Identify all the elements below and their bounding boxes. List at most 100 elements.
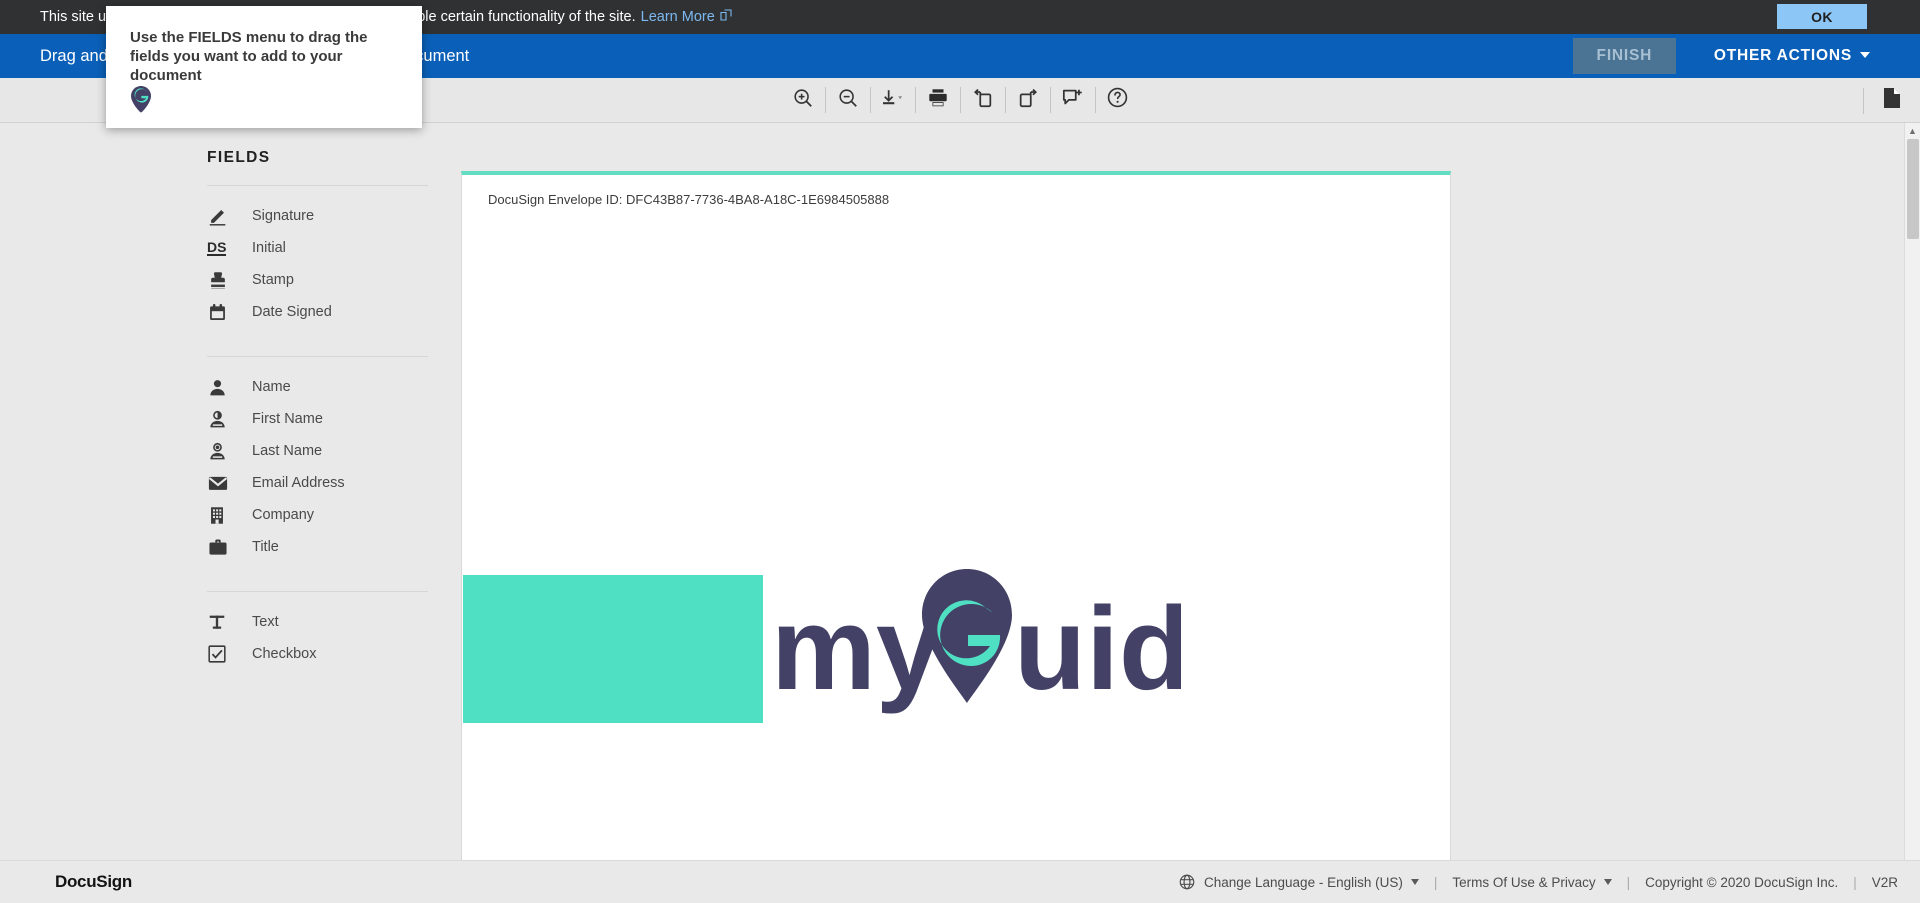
fields-group-basic: Text Checkbox	[0, 592, 460, 680]
toolbar-right-group	[1863, 78, 1920, 123]
logo-text-my: my	[771, 583, 942, 715]
field-item-company[interactable]: Company	[0, 499, 460, 531]
print-button[interactable]	[916, 78, 960, 123]
rotate-right-icon	[1016, 87, 1040, 114]
change-language-menu[interactable]: Change Language - English (US)	[1179, 874, 1419, 890]
field-item-name[interactable]: Name	[0, 371, 460, 403]
field-label: Last Name	[252, 443, 323, 459]
change-language-label: Change Language - English (US)	[1203, 874, 1403, 890]
copyright-text: Copyright © 2020 DocuSign Inc.	[1645, 874, 1839, 890]
chevron-down-icon	[1860, 52, 1870, 58]
field-label: Initial	[252, 240, 286, 256]
external-link-icon	[720, 8, 732, 26]
cookie-learn-more-link[interactable]: Learn More	[641, 9, 715, 25]
calendar-icon	[207, 302, 235, 323]
myguide-logo: my uide	[463, 561, 1257, 736]
field-item-stamp[interactable]: Stamp	[0, 264, 460, 296]
version-text: V2R	[1871, 874, 1898, 890]
field-label: Text	[252, 614, 279, 630]
person-first-name-icon	[207, 409, 235, 430]
field-label: Stamp	[252, 272, 294, 288]
finish-button[interactable]: FINISH	[1572, 38, 1676, 74]
field-item-checkbox[interactable]: Checkbox	[0, 638, 460, 670]
footer-links: Change Language - English (US) | Terms O…	[1179, 874, 1898, 890]
scrollbar-thumb[interactable]	[1907, 139, 1919, 239]
person-icon	[207, 377, 235, 398]
rotate-left-button[interactable]	[961, 78, 1005, 123]
zoom-out-button[interactable]	[826, 78, 870, 123]
field-label: Email Address	[252, 475, 345, 491]
field-label: Name	[252, 379, 291, 395]
download-icon	[880, 87, 906, 114]
signature-pen-icon	[207, 205, 235, 227]
tooltip-message: Use the FIELDS menu to drag the fields y…	[130, 29, 368, 85]
field-label: First Name	[252, 411, 323, 427]
fields-group-recipient: Name First Name Last Name Email Address …	[0, 357, 460, 573]
envelope-id-text: DocuSign Envelope ID: DFC43B87-7736-4BA8…	[488, 192, 890, 207]
page-thumbnail-toggle-button[interactable]	[1864, 78, 1920, 123]
field-item-title[interactable]: Title	[0, 531, 460, 563]
print-icon	[927, 87, 949, 114]
field-item-initial[interactable]: DS Initial	[0, 232, 460, 264]
field-label: Checkbox	[252, 646, 317, 662]
rotate-right-button[interactable]	[1006, 78, 1050, 123]
initial-ds-icon: DS	[207, 238, 235, 257]
field-label: Title	[252, 539, 279, 555]
other-actions-label: OTHER ACTIONS	[1713, 47, 1852, 64]
add-comment-button[interactable]	[1051, 78, 1095, 123]
chevron-down-icon	[1410, 879, 1419, 885]
cookie-ok-button[interactable]: OK	[1777, 4, 1867, 29]
zoom-out-icon	[837, 87, 859, 114]
logo-text-uide: uide	[1014, 583, 1181, 715]
briefcase-icon	[207, 537, 235, 557]
field-item-last-name[interactable]: Last Name	[0, 435, 460, 467]
add-comment-icon	[1061, 87, 1085, 114]
download-button[interactable]	[871, 78, 915, 123]
fields-group-signature: Signature DS Initial Stamp Date Signed	[0, 186, 460, 338]
zoom-in-icon	[792, 87, 814, 114]
field-item-email-address[interactable]: Email Address	[0, 467, 460, 499]
help-icon	[1106, 86, 1129, 114]
docusign-logo: DocuSign	[55, 872, 132, 891]
footer-separator: |	[1433, 874, 1438, 890]
field-item-first-name[interactable]: First Name	[0, 403, 460, 435]
docusign-signing-app: This site uses cookies to improve your e…	[0, 0, 1920, 903]
guide-tooltip[interactable]: Use the FIELDS menu to drag the fields y…	[106, 6, 422, 128]
field-item-date-signed[interactable]: Date Signed	[0, 296, 460, 328]
page-footer: DocuSign Change Language - English (US) …	[0, 860, 1920, 903]
document-viewer[interactable]: DocuSign Envelope ID: DFC43B87-7736-4BA8…	[460, 123, 1900, 860]
header-actions: FINISH OTHER ACTIONS	[1572, 34, 1900, 78]
other-actions-menu[interactable]: OTHER ACTIONS	[1714, 47, 1870, 65]
fields-sidebar: FIELDS Signature DS Initial Stamp Date S…	[0, 123, 460, 860]
fields-panel-title: FIELDS	[207, 149, 271, 166]
checkbox-icon	[207, 644, 235, 664]
rotate-left-icon	[971, 87, 995, 114]
logo-teal-rectangle	[463, 574, 763, 723]
scroll-up-button[interactable]: ▲	[1905, 123, 1920, 139]
help-button[interactable]	[1096, 78, 1140, 123]
stamp-icon	[207, 269, 235, 291]
toolbar-button-group	[781, 78, 1140, 123]
field-label: Signature	[252, 208, 315, 224]
footer-separator: |	[1626, 874, 1631, 890]
logo-wordmark: my uide	[771, 561, 1257, 736]
terms-of-use-menu[interactable]: Terms Of Use & Privacy	[1452, 874, 1612, 890]
field-label: Company	[252, 507, 315, 523]
document-page[interactable]: DocuSign Envelope ID: DFC43B87-7736-4BA8…	[461, 171, 1451, 860]
globe-icon	[1179, 874, 1195, 890]
document-page-icon	[1881, 86, 1903, 115]
text-t-icon	[207, 612, 235, 632]
envelope-icon	[207, 473, 235, 493]
field-item-text[interactable]: Text	[0, 606, 460, 638]
chevron-down-icon	[1603, 879, 1612, 885]
initial-ds-glyph: DS	[207, 238, 227, 257]
document-scrollbar[interactable]: ▲	[1904, 123, 1920, 860]
myguide-pin-icon[interactable]	[130, 85, 152, 118]
building-icon	[207, 505, 235, 526]
footer-separator: |	[1853, 874, 1857, 890]
zoom-in-button[interactable]	[781, 78, 825, 123]
terms-of-use-label: Terms Of Use & Privacy	[1452, 874, 1596, 890]
field-item-signature[interactable]: Signature	[0, 200, 460, 232]
person-last-name-icon	[207, 441, 235, 462]
field-label: Date Signed	[252, 304, 332, 320]
